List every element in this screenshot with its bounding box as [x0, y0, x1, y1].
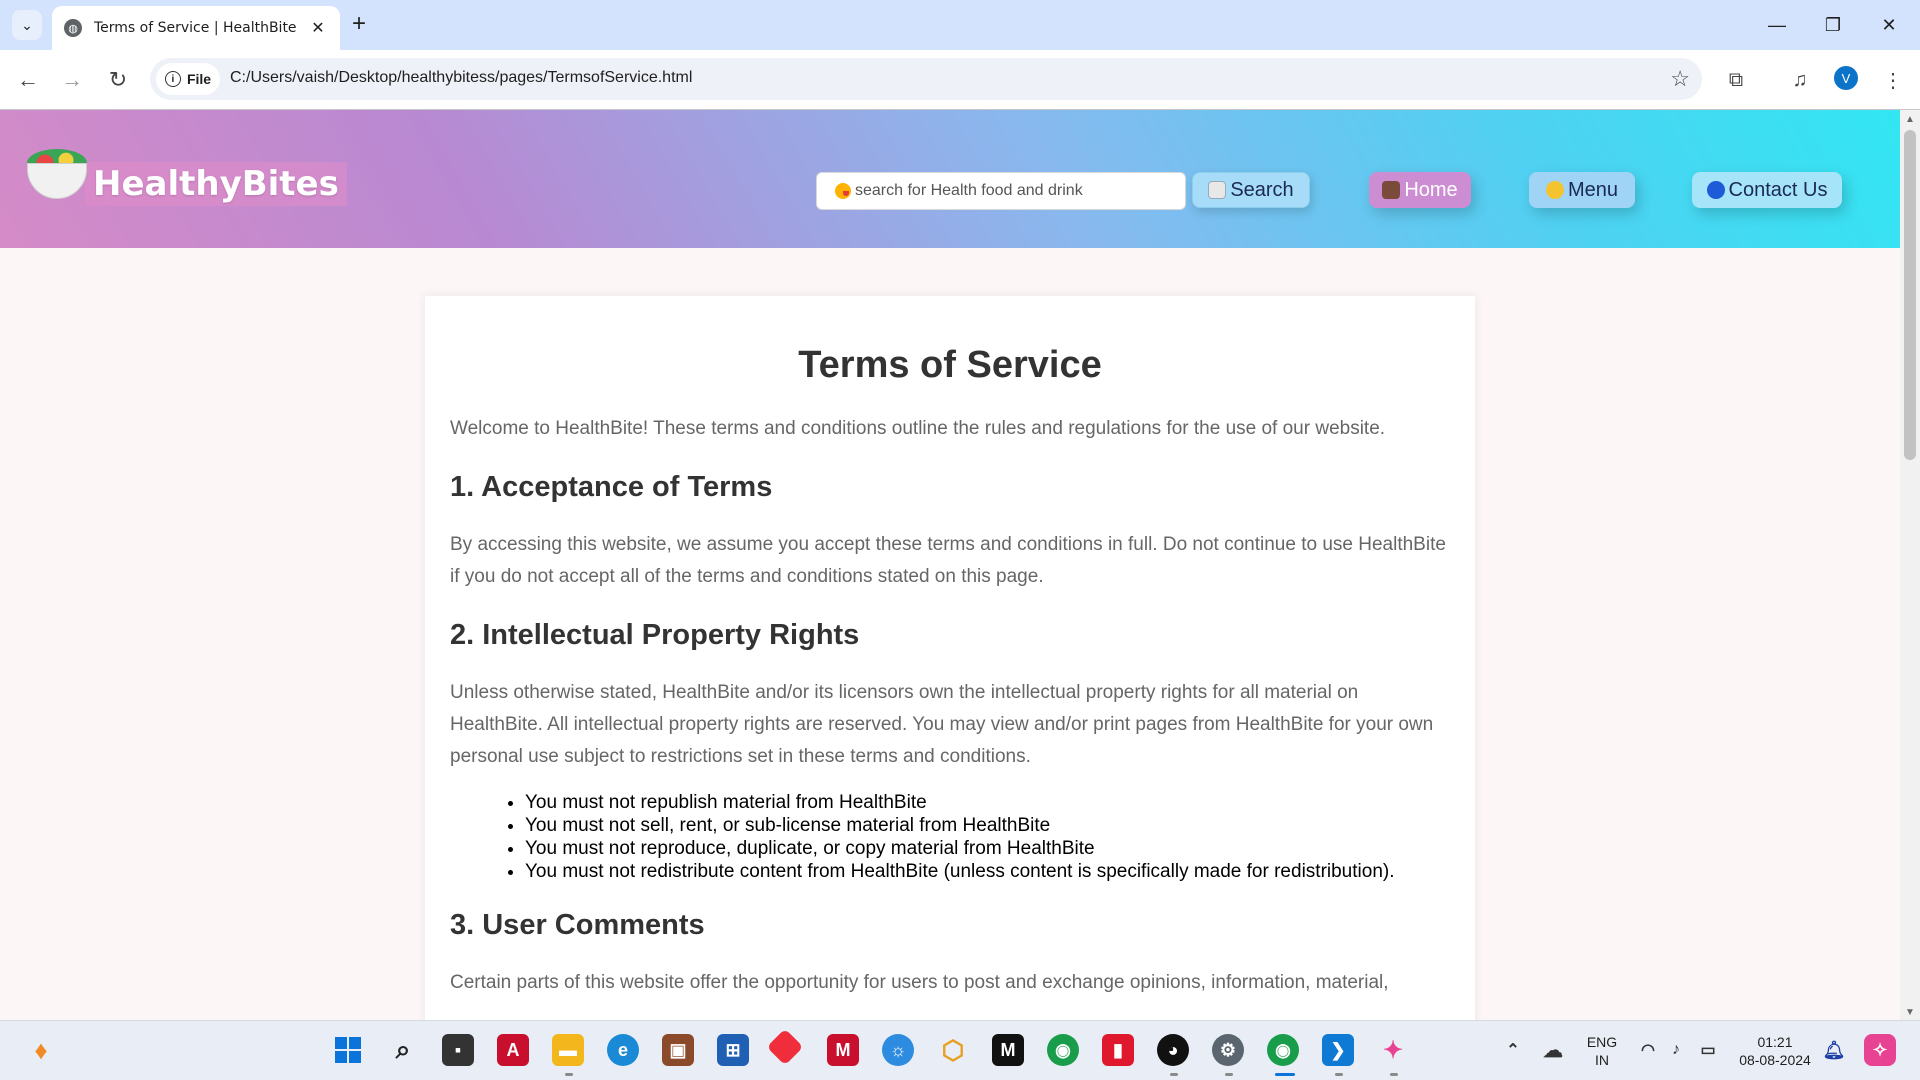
- globe-icon: ◍: [64, 19, 82, 37]
- browser-toolbar: ← → ↻ i File C:/Users/vaish/Desktop/heal…: [0, 50, 1920, 110]
- search-placeholder: search for Health food and drink: [855, 182, 1083, 199]
- vscode-icon[interactable]: ❯: [1322, 1034, 1354, 1066]
- app-diamond-icon[interactable]: [766, 1028, 804, 1066]
- extensions-icon[interactable]: ⧉: [1720, 64, 1752, 96]
- github-icon[interactable]: ◕: [1157, 1034, 1189, 1066]
- search-icon[interactable]: ⌕: [387, 1034, 419, 1066]
- minimize-icon[interactable]: —: [1757, 10, 1797, 40]
- mcafee-icon[interactable]: M: [827, 1034, 859, 1066]
- language-line2: IN: [1595, 1052, 1609, 1068]
- nav-menu-label: Menu: [1567, 178, 1619, 201]
- scroll-thumb[interactable]: [1904, 130, 1916, 460]
- image-icon: [1208, 181, 1227, 199]
- nav-home-button[interactable]: Home: [1369, 172, 1471, 208]
- search-button[interactable]: Search: [1192, 172, 1310, 208]
- site-logo[interactable]: HealthyBites: [25, 140, 347, 206]
- list-item: You must not redistribute content from H…: [525, 860, 1450, 883]
- tab-title: Terms of Service | HealthBite: [94, 20, 297, 36]
- weather-app-icon[interactable]: ☼: [882, 1034, 914, 1066]
- site-header: HealthyBites search for Health food and …: [0, 110, 1900, 248]
- close-window-icon[interactable]: ✕: [1869, 10, 1909, 40]
- windows-taskbar: ♦ ⌕ ▪ A ▬ e ▣ ⊞ M ☼ ⬡ M ◉ ▮ ◕ ⚙ ◉ ❯ ✦ ⌃ …: [0, 1020, 1920, 1080]
- new-tab-button[interactable]: +: [352, 12, 366, 36]
- salad-bowl-icon: [25, 145, 89, 201]
- menu-dots-icon[interactable]: ⋮: [1877, 64, 1909, 96]
- star-icon[interactable]: ☆: [1670, 66, 1690, 92]
- chrome-active-icon[interactable]: ◉: [1267, 1034, 1299, 1066]
- search-button-label: Search: [1230, 178, 1294, 201]
- terms-card: Terms of Service Welcome to HealthBite! …: [425, 296, 1475, 1020]
- red-app-icon[interactable]: ▮: [1102, 1034, 1134, 1066]
- onedrive-cloud-icon[interactable]: ☁: [1537, 1034, 1569, 1066]
- section-body: By accessing this website, we assume you…: [450, 534, 1446, 587]
- list-item: You must not reproduce, duplicate, or co…: [525, 837, 1450, 860]
- section-heading: 3. User Comments: [450, 909, 705, 941]
- back-icon[interactable]: ←: [12, 64, 44, 96]
- photo-app-icon[interactable]: ▣: [662, 1034, 694, 1066]
- settings-gear-icon[interactable]: ⚙: [1212, 1034, 1244, 1066]
- page-viewport: HealthyBites search for Health food and …: [0, 110, 1900, 1020]
- volume-icon[interactable]: ♪: [1660, 1034, 1692, 1066]
- page-scrollbar[interactable]: ▲ ▼: [1900, 110, 1920, 1020]
- copilot-icon[interactable]: ✧: [1864, 1034, 1896, 1066]
- list-item: You must not republish material from Hea…: [525, 791, 1450, 814]
- task-view-icon[interactable]: ▪: [442, 1034, 474, 1066]
- yum-emoji-icon: [835, 183, 851, 199]
- reload-icon[interactable]: ↻: [102, 64, 134, 96]
- tab-search-icon[interactable]: ⌄: [12, 10, 42, 40]
- intro-text: Welcome to HealthBite! These terms and c…: [450, 418, 1386, 439]
- start-icon[interactable]: [332, 1034, 364, 1066]
- media-icon[interactable]: ♫: [1784, 64, 1816, 96]
- battery-icon[interactable]: ▭: [1692, 1034, 1724, 1066]
- clock-time: 01:21: [1757, 1034, 1793, 1050]
- file-explorer-icon[interactable]: ▬: [552, 1034, 584, 1066]
- page-title: Terms of Service: [798, 344, 1102, 386]
- store-icon[interactable]: ⊞: [717, 1034, 749, 1066]
- browser-tab[interactable]: ◍ Terms of Service | HealthBite ✕: [52, 6, 340, 50]
- logo-text: HealthyBites: [85, 162, 347, 206]
- nav-menu-button[interactable]: Menu: [1529, 172, 1635, 208]
- hexagon-app-icon[interactable]: ⬡: [937, 1034, 969, 1066]
- close-icon[interactable]: ✕: [308, 18, 328, 38]
- notification-bell-icon[interactable]: 🔔︎: [1818, 1034, 1850, 1066]
- scroll-down-icon[interactable]: ▼: [1905, 1007, 1915, 1018]
- language-indicator[interactable]: ENG IN: [1582, 1033, 1622, 1069]
- avatar[interactable]: V: [1834, 66, 1858, 90]
- scroll-up-icon[interactable]: ▲: [1905, 114, 1915, 125]
- chrome-icon[interactable]: ◉: [1047, 1034, 1079, 1066]
- m-app-icon[interactable]: M: [992, 1034, 1024, 1066]
- clock-date: 08-08-2024: [1739, 1052, 1811, 1068]
- section-body: Unless otherwise stated, HealthBite and/…: [450, 682, 1434, 767]
- info-icon: i: [164, 71, 181, 87]
- user-icon: [1706, 181, 1725, 199]
- menu-icon: [1545, 181, 1564, 199]
- nav-contact-button[interactable]: Contact Us: [1692, 172, 1842, 208]
- url-text[interactable]: C:/Users/vaish/Desktop/healthybitess/pag…: [230, 69, 692, 87]
- copilot-app-icon[interactable]: ✦: [1377, 1034, 1409, 1066]
- widgets-icon[interactable]: ♦: [25, 1034, 57, 1066]
- clock[interactable]: 01:21 08-08-2024: [1730, 1033, 1820, 1069]
- list-item: You must not sell, rent, or sub-license …: [525, 814, 1450, 837]
- site-info-chip[interactable]: i File: [156, 63, 220, 95]
- chevron-up-icon[interactable]: ⌃: [1497, 1034, 1529, 1066]
- section-heading: 2. Intellectual Property Rights: [450, 619, 860, 651]
- language-line1: ENG: [1586, 1034, 1618, 1050]
- site-chip-label: File: [186, 71, 212, 87]
- restore-icon[interactable]: ❐: [1813, 10, 1853, 40]
- search-input[interactable]: search for Health food and drink: [816, 172, 1186, 210]
- section-heading: 1. Acceptance of Terms: [450, 471, 773, 503]
- pdf-reader-icon[interactable]: A: [497, 1034, 529, 1066]
- forward-icon[interactable]: →: [56, 64, 88, 96]
- restrictions-list: You must not republish material from Hea…: [525, 791, 1450, 883]
- nav-contact-label: Contact Us: [1728, 178, 1828, 201]
- edge-icon[interactable]: e: [607, 1034, 639, 1066]
- tab-strip: ⌄ ◍ Terms of Service | HealthBite ✕ + — …: [0, 0, 1920, 50]
- house-icon: [1382, 181, 1401, 199]
- section-body: Certain parts of this website offer the …: [450, 972, 1389, 993]
- nav-home-label: Home: [1404, 178, 1458, 201]
- address-bar[interactable]: i File C:/Users/vaish/Desktop/healthybit…: [150, 58, 1702, 100]
